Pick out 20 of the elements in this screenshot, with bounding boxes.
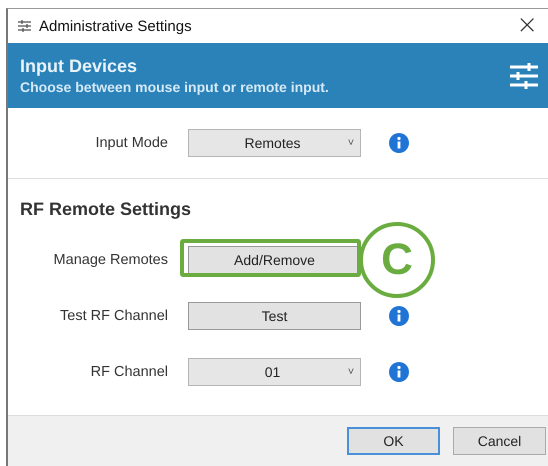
info-icon[interactable] (389, 133, 409, 153)
settings-sliders-icon (510, 62, 538, 88)
header-title: Input Devices (20, 56, 138, 77)
dialog-button[interactable]: Cancel (453, 427, 546, 455)
info-icon[interactable] (389, 306, 409, 326)
field-label: Test RF Channel (59, 308, 168, 324)
settings-sliders-icon (18, 20, 31, 32)
callout-label: C (359, 222, 435, 298)
dropdown[interactable]: 01 ˅ (188, 358, 361, 386)
info-icon[interactable] (389, 362, 409, 382)
field-label: RF Channel (90, 364, 168, 380)
section-heading: RF Remote Settings (20, 199, 192, 220)
close-button[interactable]: × (506, 12, 548, 40)
window-title: Administrative Settings (39, 18, 193, 34)
field-label: Input Mode (94, 135, 168, 151)
dialog-button[interactable]: OK (347, 427, 440, 455)
action-button[interactable]: Test (188, 302, 361, 330)
header-subtitle: Choose between mouse input or remote input. (20, 79, 330, 95)
field-label: Manage Remotes (52, 252, 168, 268)
dropdown[interactable]: Remotes ˅ (188, 129, 361, 157)
